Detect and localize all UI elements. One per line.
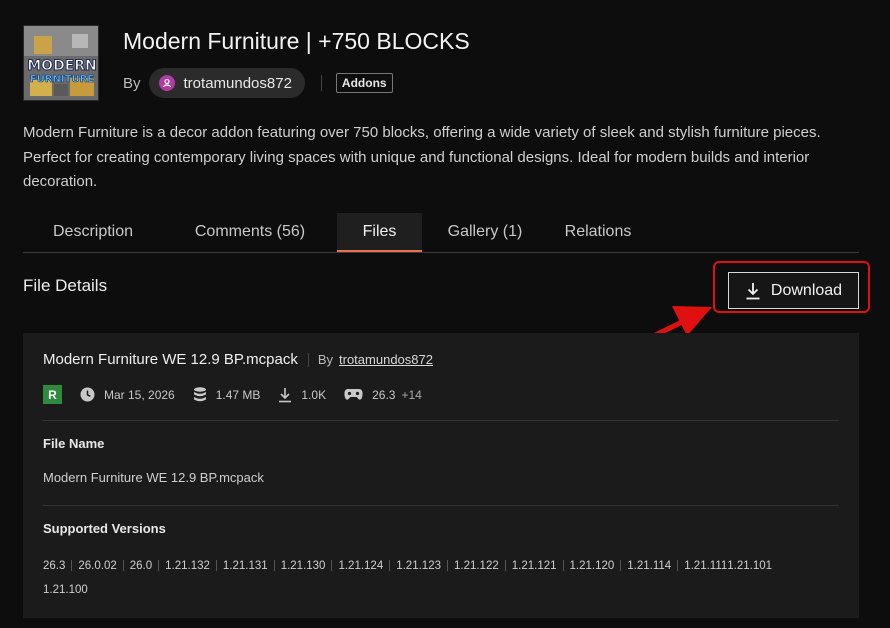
extra-versions[interactable]: +14 <box>401 388 421 402</box>
file-name-label: File Name <box>43 436 105 451</box>
supported-version: 1.21.130 <box>280 560 326 572</box>
version-separator <box>677 560 679 572</box>
divider <box>43 420 839 421</box>
supported-version: 1.21.131 <box>222 560 268 572</box>
gamepad-icon <box>344 389 363 400</box>
supported-version: 26.3 <box>43 560 66 572</box>
category-tag[interactable]: Addons <box>335 73 393 93</box>
version-separator <box>331 560 333 572</box>
supported-versions-list: 26.3 26.0.02 26.0 1.21.132 1.21.131 1.21.130 1… <box>43 554 839 602</box>
file-details-heading: File Details <box>23 276 108 295</box>
addon-header: MODERN FURNITURE Modern Furniture | +750… <box>23 25 863 105</box>
game-version-text: 26.3 <box>372 387 396 402</box>
supported-version: 1.21.100 <box>43 584 88 596</box>
divider <box>307 352 309 367</box>
file-downloads-text: 1.0K <box>301 387 327 402</box>
version-separator <box>389 560 391 572</box>
tab-description[interactable]: Description <box>23 213 163 252</box>
supported-version: 1.21.121 <box>511 560 557 572</box>
file-title-row: Modern Furniture WE 12.9 BP.mcpack By tr… <box>43 351 433 368</box>
version-separator <box>158 560 160 572</box>
file-size-text: 1.47 MB <box>215 387 261 402</box>
file-author-link[interactable]: trotamundos872 <box>339 352 433 367</box>
download-icon <box>279 387 292 402</box>
supported-version: 26.0 <box>129 560 153 572</box>
file-by-label: By <box>317 352 334 367</box>
supported-version: 1.21.123 <box>396 560 441 572</box>
thumbnail-text-line-2: FURNITURE <box>30 74 94 85</box>
clock-icon <box>80 387 95 402</box>
divider <box>43 505 839 506</box>
version-separator <box>446 560 448 572</box>
version-separator <box>122 560 124 572</box>
version-separator <box>71 560 73 572</box>
supported-version: 1.21.114 <box>627 560 672 572</box>
download-button[interactable]: Download <box>728 272 859 309</box>
supported-version: 1.21.122 <box>453 560 499 572</box>
user-icon <box>158 75 175 91</box>
release-badge: R <box>43 385 62 404</box>
file-date-text: Mar 15, 2026 <box>104 387 175 402</box>
divider <box>320 75 322 91</box>
supported-version: 26.0.02 <box>78 560 117 572</box>
database-icon <box>193 387 206 402</box>
addon-title: Modern Furniture | +750 BLOCKS <box>123 28 470 54</box>
version-separator <box>215 560 217 572</box>
tab-files[interactable]: Files <box>337 213 422 252</box>
supported-version: 1.21.120 <box>569 560 615 572</box>
download-icon <box>746 282 760 299</box>
file-meta-row: R Mar 15, 2026 1.47 MB 1.0K 26.3 +14 <box>43 385 440 404</box>
addon-byline: By trotamundos872 Addons <box>123 68 393 98</box>
file-date: Mar 15, 2026 <box>80 387 175 402</box>
supported-version: 1.21.124 <box>338 560 384 572</box>
file-game-version: 26.3 +14 <box>344 388 422 402</box>
tab-bar: Description Comments (56) Files Gallery … <box>23 213 859 253</box>
supported-version: 1.21.132 <box>165 560 210 572</box>
version-separator <box>620 560 622 572</box>
by-label: By <box>123 74 141 92</box>
version-separator <box>273 560 275 572</box>
supported-version: 1.21.101 <box>727 560 773 572</box>
download-label: Download <box>770 281 843 299</box>
author-name: trotamundos872 <box>183 74 292 92</box>
addon-description: Modern Furniture is a decor addon featur… <box>23 124 821 190</box>
tab-comments[interactable]: Comments (56) <box>163 213 337 252</box>
addon-thumbnail[interactable]: MODERN FURNITURE <box>23 25 99 101</box>
file-card: Modern Furniture WE 12.9 BP.mcpack By tr… <box>23 333 859 618</box>
file-size: 1.47 MB <box>193 387 261 402</box>
file-name-value: Modern Furniture WE 12.9 BP.mcpack <box>43 470 264 485</box>
version-separator <box>504 560 506 572</box>
version-separator <box>562 560 564 572</box>
thumbnail-text-line-1: MODERN <box>27 58 97 74</box>
supported-version: 1.21.111 <box>684 560 728 572</box>
tab-gallery[interactable]: Gallery (1) <box>422 213 548 252</box>
tab-relations[interactable]: Relations <box>548 213 648 252</box>
author-link[interactable]: trotamundos872 <box>148 68 305 98</box>
file-title[interactable]: Modern Furniture WE 12.9 BP.mcpack <box>43 351 298 368</box>
file-downloads: 1.0K <box>278 387 326 403</box>
supported-versions-label: Supported Versions <box>43 521 166 536</box>
